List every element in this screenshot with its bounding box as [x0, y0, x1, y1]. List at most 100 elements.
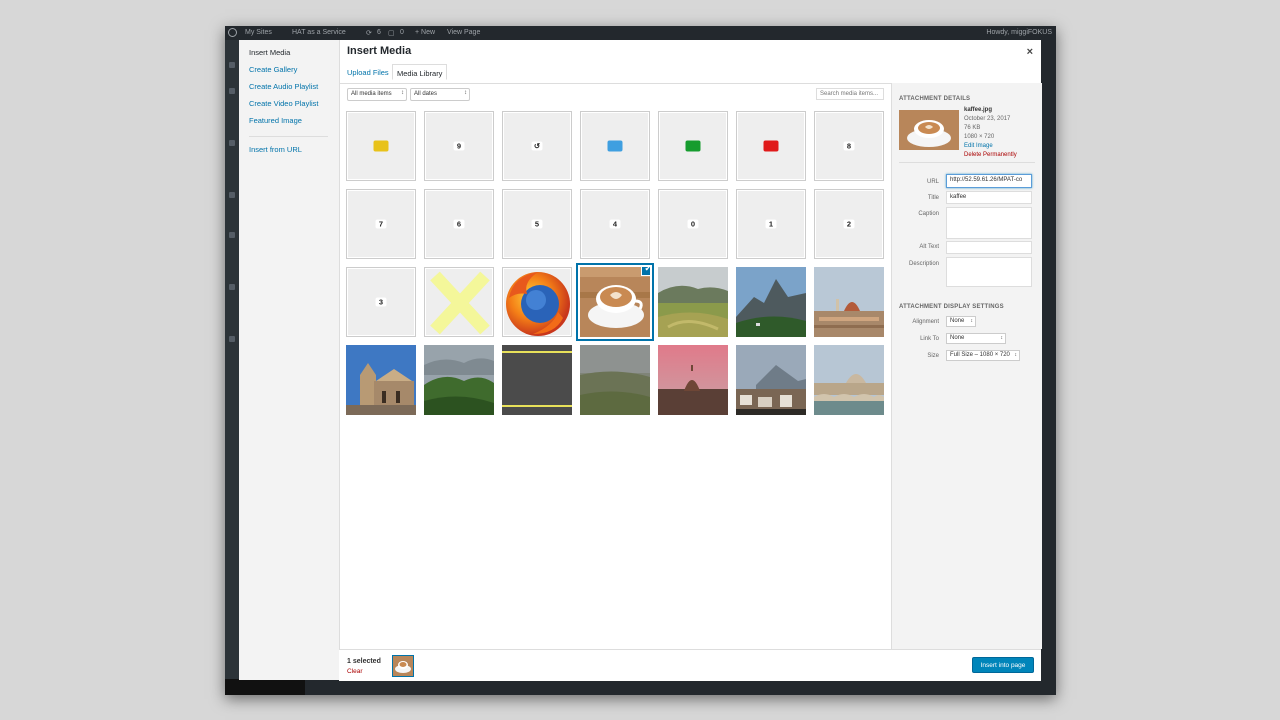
title-field[interactable]: kaffee: [946, 191, 1032, 204]
red-swatch: [763, 140, 779, 152]
delete-permanently-link[interactable]: Delete Permanently: [964, 152, 1017, 158]
menu-create-video-playlist[interactable]: Create Video Playlist: [249, 99, 318, 108]
attachment-tile[interactable]: 9: [424, 111, 494, 181]
collapse-icon[interactable]: [229, 336, 235, 342]
admin-bar-site-name[interactable]: HAT as a Service: [292, 29, 346, 36]
updates-icon[interactable]: ⟳: [366, 29, 372, 37]
clear-selection-link[interactable]: Clear: [347, 668, 363, 675]
settings-icon[interactable]: [229, 284, 235, 290]
caption-label: Caption: [918, 211, 939, 217]
caption-field[interactable]: [946, 207, 1032, 239]
attachment-tile[interactable]: 8: [814, 111, 884, 181]
attachment-dimensions: 1080 × 720: [964, 134, 995, 140]
green-valley-image: [424, 345, 494, 415]
admin-bar: My Sites HAT as a Service ⟳ 6 ▢ 0 + New …: [225, 26, 1056, 40]
attachment-tile[interactable]: [502, 267, 572, 337]
updates-count: 6: [377, 29, 381, 36]
menu-insert-from-url[interactable]: Insert from URL: [249, 145, 302, 154]
link-to-label: Link To: [920, 336, 939, 342]
media-icon[interactable]: [229, 140, 235, 146]
coffee-mini-image: [393, 656, 413, 676]
menu-separator: [249, 136, 328, 137]
attachment-tile[interactable]: [736, 111, 806, 181]
attachment-tile[interactable]: [736, 345, 806, 415]
link-to-select[interactable]: None: [946, 333, 1006, 344]
attachment-tile[interactable]: ↺: [502, 111, 572, 181]
alt-text-field[interactable]: [946, 241, 1032, 254]
number-label: 2: [843, 219, 855, 229]
attachment-tile[interactable]: [580, 111, 650, 181]
attachment-tile[interactable]: 7: [346, 189, 416, 259]
attachment-tile[interactable]: [658, 345, 728, 415]
attachment-tile[interactable]: [346, 111, 416, 181]
comments-icon[interactable]: ▢: [388, 29, 395, 37]
mountain-landscape-image: [736, 267, 806, 337]
tab-upload-files[interactable]: Upload Files: [347, 68, 389, 77]
description-field[interactable]: [946, 257, 1032, 287]
foggy-hills-image: [580, 345, 650, 415]
admin-bar-my-sites[interactable]: My Sites: [245, 29, 272, 36]
attachment-tile[interactable]: [424, 345, 494, 415]
attachment-tile[interactable]: [814, 345, 884, 415]
coffee-thumbnail-image: [899, 110, 959, 150]
search-input[interactable]: Search media items...: [816, 88, 884, 100]
tools-icon[interactable]: [229, 232, 235, 238]
attachment-tile[interactable]: 4: [580, 189, 650, 259]
display-settings-heading: Attachment Display Settings: [899, 304, 1004, 310]
media-type-filter[interactable]: All media items: [347, 88, 407, 101]
posts-icon[interactable]: [229, 88, 235, 94]
selected-thumbnail[interactable]: [392, 655, 414, 677]
attachment-tile[interactable]: 0: [658, 189, 728, 259]
attachment-tile[interactable]: 1: [736, 189, 806, 259]
attachment-thumbnail: [899, 110, 959, 150]
attachment-tile[interactable]: 5: [502, 189, 572, 259]
number-label: 1: [765, 219, 777, 229]
number-label: 9: [453, 141, 465, 151]
coffee-image: [580, 267, 650, 337]
attachment-filename: kaffee.jpg: [964, 107, 993, 113]
attachment-tile[interactable]: [736, 267, 806, 337]
menu-insert-media[interactable]: Insert Media: [249, 48, 290, 57]
duomo-sunset-image: [658, 345, 728, 415]
attachment-tile[interactable]: [502, 345, 572, 415]
attachment-tile[interactable]: [346, 345, 416, 415]
attachment-tile[interactable]: 2: [814, 189, 884, 259]
florence-city-image: [814, 267, 884, 337]
menu-create-gallery[interactable]: Create Gallery: [249, 65, 297, 74]
number-label: 7: [375, 219, 387, 229]
url-field[interactable]: http://52.59.61.26/MPAT-co: [946, 174, 1032, 188]
insert-into-page-button[interactable]: Insert into page: [972, 657, 1034, 673]
menu-featured-image[interactable]: Featured Image: [249, 116, 302, 125]
url-label: URL: [926, 179, 939, 185]
number-label: 6: [453, 219, 465, 229]
tab-media-library[interactable]: Media Library: [392, 64, 448, 80]
attachment-tile[interactable]: [580, 345, 650, 415]
menu-create-audio-playlist[interactable]: Create Audio Playlist: [249, 82, 318, 91]
admin-bar-view-page[interactable]: View Page: [447, 29, 480, 36]
attachment-tile[interactable]: [658, 267, 728, 337]
attachment-tile[interactable]: 6: [424, 189, 494, 259]
description-label: Description: [908, 261, 939, 267]
attachment-tile[interactable]: [658, 111, 728, 181]
edit-image-link[interactable]: Edit Image: [964, 143, 993, 149]
attachment-tile[interactable]: [424, 267, 494, 337]
attachment-tile[interactable]: [814, 267, 884, 337]
wordpress-logo-icon[interactable]: [228, 28, 237, 37]
attachment-tile-selected[interactable]: ✔: [580, 267, 650, 337]
alignment-select[interactable]: None: [946, 316, 976, 327]
checkmark-icon[interactable]: ✔: [642, 267, 650, 275]
number-label: 8: [843, 141, 855, 151]
date-filter[interactable]: All dates: [410, 88, 470, 101]
admin-bar-new[interactable]: + New: [415, 29, 435, 36]
plugins-icon[interactable]: [229, 192, 235, 198]
size-select[interactable]: Full Size – 1080 × 720: [946, 350, 1020, 361]
number-label: 4: [609, 219, 621, 229]
alt-text-label: Alt Text: [919, 244, 939, 250]
close-icon[interactable]: ×: [1027, 46, 1033, 58]
alignment-label: Alignment: [912, 319, 939, 325]
admin-bar-howdy[interactable]: Howdy, miggiFOKUS: [986, 29, 1052, 36]
dashboard-icon[interactable]: [229, 62, 235, 68]
attachment-tile[interactable]: 3: [346, 267, 416, 337]
number-label: 5: [531, 219, 543, 229]
number-label: 0: [687, 219, 699, 229]
